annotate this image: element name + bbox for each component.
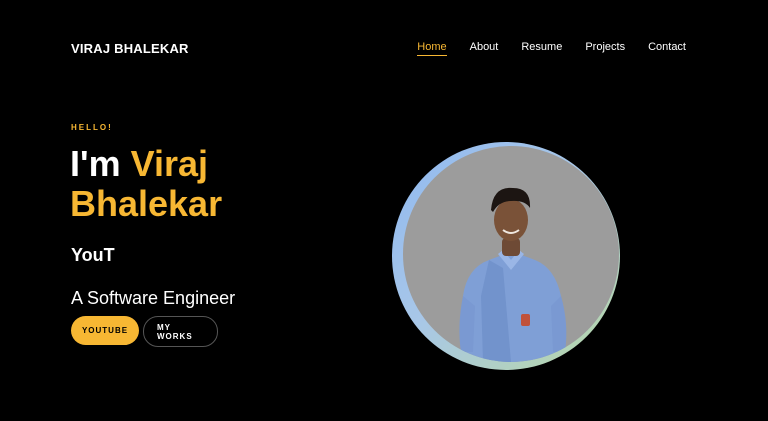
name-last: Bhalekar <box>70 183 223 224</box>
avatar <box>403 146 619 362</box>
headline-prefix: I'm <box>70 143 131 184</box>
hero-headline: I'm Viraj Bhalekar <box>70 144 370 224</box>
name-first: Viraj <box>130 143 208 184</box>
brand-logo[interactable]: VIRAJ BHALEKAR <box>71 41 189 56</box>
portfolio-page: VIRAJ BHALEKAR Home About Resume Project… <box>0 0 768 421</box>
role-text: A Software Engineer <box>71 288 236 308</box>
youtube-button[interactable]: YOUTUBE <box>71 316 139 345</box>
typed-text: YouT <box>71 245 115 265</box>
greeting: HELLO! <box>71 123 113 132</box>
my-works-button[interactable]: MY WORKS <box>143 316 218 347</box>
person-photo-icon <box>459 187 567 362</box>
nav-home[interactable]: Home <box>417 41 447 56</box>
main-nav: Home About Resume Projects Contact <box>417 41 686 56</box>
nav-resume[interactable]: Resume <box>521 41 562 56</box>
nav-contact[interactable]: Contact <box>648 41 686 56</box>
nav-projects[interactable]: Projects <box>585 41 625 56</box>
hero-buttons: YOUTUBE MY WORKS <box>71 316 218 347</box>
nav-about[interactable]: About <box>470 41 499 56</box>
